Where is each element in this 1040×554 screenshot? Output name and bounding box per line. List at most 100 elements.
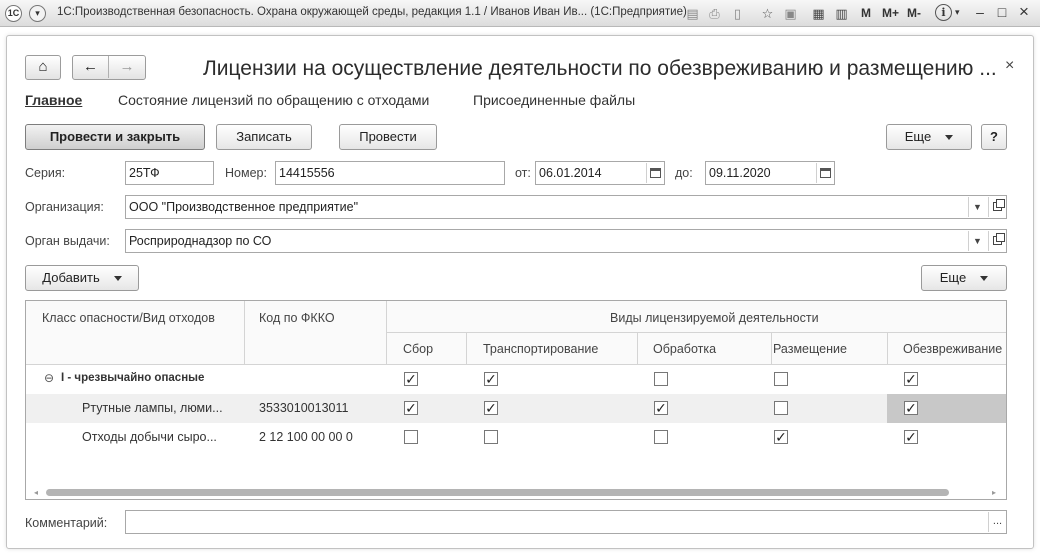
horizontal-scrollbar[interactable]	[46, 489, 949, 496]
date-to-value: 09.11.2020	[709, 166, 771, 180]
organization-label: Организация:	[25, 200, 104, 214]
series-input[interactable]: 25ТФ	[125, 161, 214, 185]
memory-m-button[interactable]: M	[861, 5, 871, 22]
checkbox-transport[interactable]: ✓	[484, 401, 498, 415]
waste-name: Отходы добычи сыро...	[82, 430, 217, 444]
help-button[interactable]: ?	[981, 124, 1007, 150]
calendar-icon[interactable]	[646, 163, 664, 183]
tab-license-status[interactable]: Состояние лицензий по обращению с отхода…	[118, 92, 429, 108]
table-more-label: Еще	[939, 270, 967, 285]
chevron-down-icon	[113, 276, 122, 282]
favorites-star-icon[interactable]: ☆	[759, 5, 776, 22]
column-header-code[interactable]: Код по ФККО	[259, 311, 335, 325]
info-icon[interactable]: i	[935, 4, 952, 21]
comment-input[interactable]: ...	[125, 510, 1007, 534]
number-input[interactable]: 14415556	[275, 161, 505, 185]
checkbox-neutralize[interactable]: ✓	[904, 372, 918, 386]
scroll-right-icon[interactable]: ▸	[992, 488, 996, 497]
column-header-place[interactable]: Размещение	[773, 342, 847, 356]
checkbox-place[interactable]: ✓	[774, 430, 788, 444]
more-menu-button[interactable]: Еще	[886, 124, 972, 150]
memory-plus-button[interactable]: M+	[882, 5, 899, 22]
home-icon: ⌂	[38, 58, 48, 75]
date-from-input[interactable]: 06.01.2014	[535, 161, 665, 185]
fkko-code: 3533010013011	[259, 401, 349, 415]
more-ellipsis-icon[interactable]: ...	[988, 512, 1006, 532]
nav-buttons: ← →	[72, 55, 146, 80]
table-row[interactable]: ⊖ I - чрезвычайно опасные ✓ ✓ ✓	[26, 365, 1006, 394]
checkbox-place[interactable]	[774, 401, 788, 415]
table-row[interactable]: Ртутные лампы, люми... 3533010013011 ✓ ✓…	[26, 394, 1006, 423]
date-to-label: до:	[675, 166, 693, 180]
column-header-class[interactable]: Класс опасности/Вид отходов	[42, 311, 215, 325]
checkbox-process[interactable]	[654, 372, 668, 386]
open-icon[interactable]	[988, 197, 1006, 217]
print-icon[interactable]: ⎙	[706, 5, 723, 22]
main-menu-icon[interactable]: ▾	[29, 5, 46, 22]
checkbox-transport[interactable]	[484, 430, 498, 444]
maximize-button[interactable]: □	[993, 3, 1011, 21]
calendar-icon[interactable]: ▥	[833, 5, 850, 22]
add-button[interactable]: Добавить	[25, 265, 139, 291]
bookmark-icon[interactable]: ▣	[782, 5, 799, 22]
memory-minus-button[interactable]: M-	[907, 5, 921, 22]
calendar-icon[interactable]	[816, 163, 834, 183]
organization-value: ООО "Производственное предприятие"	[129, 200, 359, 214]
column-header-process[interactable]: Обработка	[653, 342, 716, 356]
checkbox-process[interactable]: ✓	[654, 401, 668, 415]
column-header-activity-group: Виды лицензируемой деятельности	[610, 311, 819, 325]
add-label: Добавить	[42, 270, 100, 285]
column-header-collect[interactable]: Сбор	[403, 342, 433, 356]
calculator-icon[interactable]: ▦	[810, 5, 827, 22]
chevron-down-icon	[945, 135, 954, 141]
scroll-left-icon[interactable]: ◂	[34, 488, 38, 497]
chevron-down-icon	[980, 276, 989, 282]
issuer-label: Орган выдачи:	[25, 234, 110, 248]
window-close-button[interactable]: ×	[1015, 3, 1033, 21]
column-header-neutralize[interactable]: Обезвреживание	[903, 342, 1002, 356]
licensed-activities-table: Класс опасности/Вид отходов Код по ФККО …	[25, 300, 1007, 500]
forward-icon[interactable]: →	[109, 56, 145, 78]
comment-label: Комментарий:	[25, 516, 108, 530]
collapse-icon[interactable]: ⊖	[44, 371, 54, 385]
save-button[interactable]: Записать	[216, 124, 312, 150]
issuer-value: Росприроднадзор по СО	[129, 234, 272, 248]
checkbox-collect[interactable]: ✓	[404, 372, 418, 386]
checkbox-collect[interactable]: ✓	[404, 401, 418, 415]
waste-name: Ртутные лампы, люми...	[82, 401, 223, 415]
chevron-down-icon[interactable]: ▼	[968, 197, 986, 217]
save-icon[interactable]: ▤	[684, 5, 701, 22]
home-button[interactable]: ⌂	[25, 55, 61, 80]
checkbox-place[interactable]	[774, 372, 788, 386]
table-more-button[interactable]: Еще	[921, 265, 1007, 291]
issuer-input[interactable]: Росприроднадзор по СО ▼	[125, 229, 1007, 253]
series-label: Серия:	[25, 166, 66, 180]
info-dropdown-icon[interactable]: ▾	[955, 7, 960, 18]
column-header-transport[interactable]: Транспортирование	[483, 342, 598, 356]
organization-input[interactable]: ООО "Производственное предприятие" ▼	[125, 195, 1007, 219]
post-button[interactable]: Провести	[339, 124, 437, 150]
app-logo-icon[interactable]: 1С	[5, 5, 22, 22]
open-icon[interactable]	[988, 231, 1006, 251]
minimize-button[interactable]: –	[971, 3, 989, 21]
window-title: 1С:Производственная безопасность. Охрана…	[57, 6, 687, 18]
date-to-input[interactable]: 09.11.2020	[705, 161, 835, 185]
number-label: Номер:	[225, 166, 267, 180]
date-from-label: от:	[515, 166, 531, 180]
post-and-close-button[interactable]: Провести и закрыть	[25, 124, 205, 150]
tab-main[interactable]: Главное	[25, 92, 82, 108]
back-icon[interactable]: ←	[73, 56, 109, 78]
fkko-code: 2 12 100 00 00 0	[259, 430, 353, 444]
checkbox-neutralize[interactable]: ✓	[904, 430, 918, 444]
checkbox-process[interactable]	[654, 430, 668, 444]
tab-attached-files[interactable]: Присоединенные файлы	[473, 92, 635, 108]
group-name: I - чрезвычайно опасные	[61, 372, 205, 384]
table-row[interactable]: Отходы добычи сыро... 2 12 100 00 00 0 ✓…	[26, 423, 1006, 452]
chevron-down-icon[interactable]: ▼	[968, 231, 986, 251]
checkbox-transport[interactable]: ✓	[484, 372, 498, 386]
form-close-icon[interactable]: ×	[1005, 57, 1014, 75]
checkbox-collect[interactable]	[404, 430, 418, 444]
checkbox-neutralize[interactable]: ✓	[904, 401, 918, 415]
date-from-value: 06.01.2014	[539, 166, 602, 180]
preview-icon[interactable]: ▯	[729, 5, 746, 22]
